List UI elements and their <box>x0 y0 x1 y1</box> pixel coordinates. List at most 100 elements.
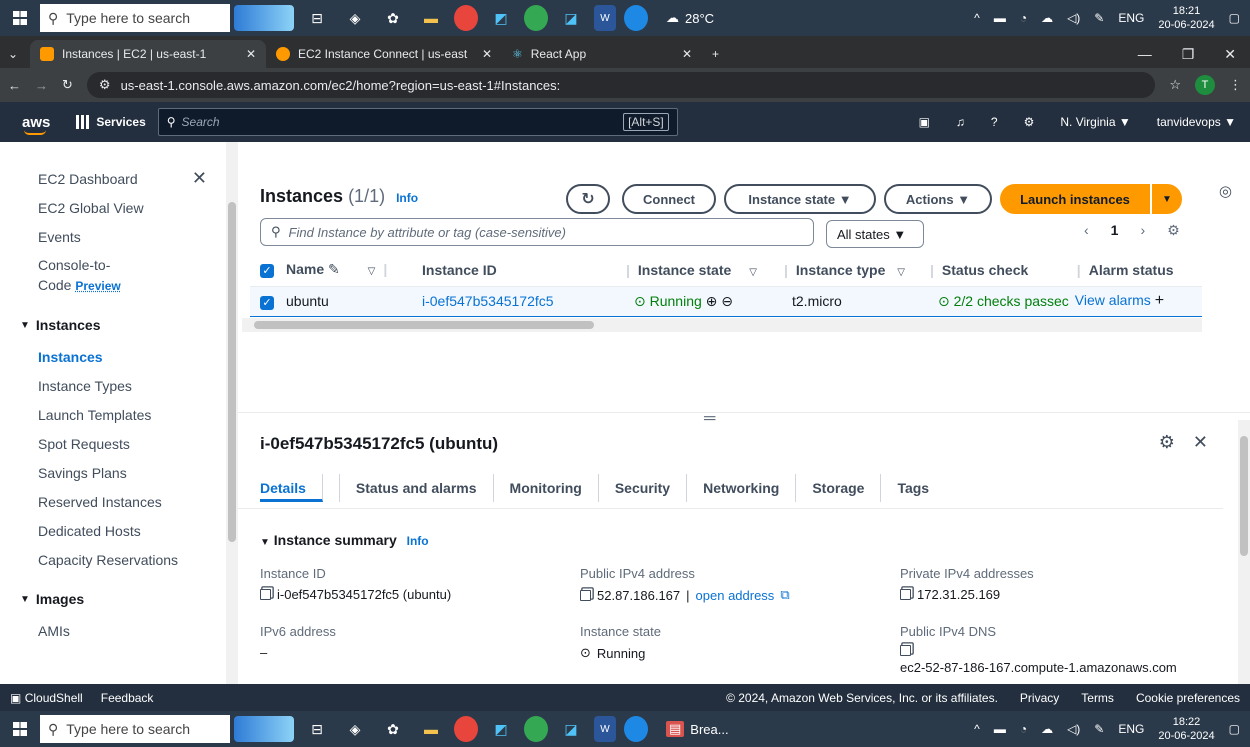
cookie-preferences-link[interactable]: Cookie preferences <box>1136 691 1240 705</box>
close-icon[interactable]: ✕ <box>482 47 492 61</box>
detail-vertical-scrollbar[interactable] <box>1238 420 1250 684</box>
file-explorer-icon[interactable]: ▬ <box>416 5 446 31</box>
site-settings-icon[interactable]: ⚙ <box>99 77 111 93</box>
app-icon[interactable]: ✿ <box>378 5 408 31</box>
task-view-icon[interactable]: ⊟ <box>302 5 332 31</box>
edge-icon[interactable] <box>624 716 648 742</box>
sidebar-section-images[interactable]: ▼ Images <box>0 582 237 616</box>
all-states-select[interactable]: All states ▼ <box>826 220 924 248</box>
close-icon[interactable]: ✕ <box>682 47 692 61</box>
chrome-icon[interactable] <box>524 716 548 742</box>
sidebar-item-amis[interactable]: AMIs <box>0 616 237 645</box>
aws-search-input[interactable]: ⚲ Search [Alt+S] <box>157 108 678 136</box>
aws-logo[interactable]: aws <box>0 114 64 135</box>
chrome-icon[interactable] <box>454 5 478 31</box>
restore-icon[interactable]: ❐ <box>1182 46 1195 63</box>
tab-search-dropdown[interactable]: ⌄ <box>0 40 30 68</box>
sidebar-section-instances[interactable]: ▼ Instances <box>0 308 237 342</box>
next-page-icon[interactable]: › <box>1140 222 1145 239</box>
sidebar-item-spot-requests[interactable]: Spot Requests <box>0 429 237 458</box>
battery-icon[interactable]: ▬ <box>994 722 1006 736</box>
wifi-icon[interactable]: ◔ <box>1020 11 1027 25</box>
browser-tab-instances[interactable]: Instances | EC2 | us-east-1 ✕ <box>30 40 266 68</box>
photos-icon[interactable]: ◪ <box>556 716 586 742</box>
instance-state-button[interactable]: Instance state ▼ <box>724 184 876 214</box>
terms-link[interactable]: Terms <box>1081 691 1114 705</box>
more-menu-icon[interactable]: ⋮ <box>1229 77 1242 93</box>
tab-security[interactable]: Security <box>599 474 688 502</box>
close-icon[interactable]: ✕ <box>246 47 256 61</box>
table-preferences-gear-icon[interactable]: ⚙ <box>1167 222 1180 239</box>
column-name[interactable]: Name ✎ ▽ | <box>286 254 422 287</box>
notifications-bell-icon[interactable]: ♫ <box>956 115 965 129</box>
copy-icon[interactable] <box>260 589 271 600</box>
view-alarms-link[interactable]: View alarms <box>1075 292 1151 308</box>
feedback-link[interactable]: Feedback <box>101 691 154 705</box>
language-indicator[interactable]: ENG <box>1118 722 1144 736</box>
launch-instances-button[interactable]: Launch instances <box>1000 184 1150 214</box>
column-instance-state[interactable]: | Instance state ▽ <box>618 254 776 287</box>
gear-icon[interactable]: ⚙ <box>1159 432 1175 453</box>
sidebar-item-ec2-global-view[interactable]: EC2 Global View <box>0 193 237 222</box>
news-widget[interactable]: ▤ Brea... <box>666 721 729 737</box>
tab-monitoring[interactable]: Monitoring <box>494 474 599 502</box>
table-row[interactable]: ✓ ubuntu i-0ef547b5345172fc5 ⊙ Running ⊕… <box>250 285 1202 317</box>
bookmark-star-icon[interactable]: ☆ <box>1169 77 1181 93</box>
edge-icon[interactable] <box>624 5 648 31</box>
reload-icon[interactable]: ↻ <box>62 77 73 93</box>
copy-icon[interactable] <box>900 589 911 600</box>
app-icon[interactable]: ◩ <box>486 5 516 31</box>
notification-icon[interactable]: ▢ <box>1229 722 1240 736</box>
tab-storage[interactable]: Storage <box>796 474 882 502</box>
sidebar-scrollbar[interactable] <box>226 142 238 684</box>
sidebar-item-instances[interactable]: Instances <box>0 342 237 371</box>
taskbar-search[interactable]: ⚲ Type here to search <box>40 715 230 743</box>
chevron-up-icon[interactable]: ^ <box>974 722 980 736</box>
app-icon[interactable]: ◩ <box>486 716 516 742</box>
connect-button[interactable]: Connect <box>622 184 716 214</box>
copy-icon[interactable] <box>900 645 911 656</box>
close-icon[interactable]: ✕ <box>1193 432 1208 453</box>
notification-icon[interactable]: ▢ <box>1229 11 1240 25</box>
cloud-icon[interactable]: ☁ <box>1041 722 1053 736</box>
new-tab-button[interactable]: + <box>702 40 729 68</box>
back-arrow-icon[interactable]: ← <box>8 78 21 93</box>
taskbar-search[interactable]: ⚲ Type here to search <box>40 4 230 32</box>
info-link[interactable]: Info <box>407 534 429 548</box>
sidebar-item-events[interactable]: Events <box>0 222 237 251</box>
cloud-icon[interactable]: ☁ <box>1041 11 1053 25</box>
sidebar-item-dedicated-hosts[interactable]: Dedicated Hosts <box>0 516 237 545</box>
info-link[interactable]: Info <box>396 191 418 205</box>
launch-dropdown-button[interactable]: ▼ <box>1152 184 1182 214</box>
chrome-icon[interactable] <box>524 5 548 31</box>
external-link-icon[interactable]: ⧉ <box>780 587 789 603</box>
column-alarm-status[interactable]: | Alarm status <box>1068 254 1202 287</box>
widget-icon[interactable] <box>234 5 294 31</box>
volume-icon[interactable]: ◁) <box>1067 722 1080 736</box>
clock[interactable]: 18:22 20-06-2024 <box>1158 715 1214 743</box>
wifi-icon[interactable]: ◔ <box>1020 722 1027 736</box>
address-bar[interactable]: ⚙ us-east-1.console.aws.amazon.com/ec2/h… <box>86 72 1156 98</box>
actions-button[interactable]: Actions ▼ <box>884 184 992 214</box>
tab-details[interactable]: Details <box>260 474 323 502</box>
app-icon[interactable]: ◈ <box>340 716 370 742</box>
page-number[interactable]: 1 <box>1111 222 1119 239</box>
browser-tab-react-app[interactable]: ⚛ React App ✕ <box>502 40 702 68</box>
word-icon[interactable]: W <box>594 716 616 742</box>
minimize-icon[interactable]: — <box>1138 46 1152 62</box>
language-indicator[interactable]: ENG <box>1118 11 1144 25</box>
privacy-link[interactable]: Privacy <box>1020 691 1059 705</box>
account-menu[interactable]: tanvidevops ▼ <box>1157 115 1236 129</box>
sidebar-item-launch-templates[interactable]: Launch Templates <box>0 400 237 429</box>
tab-status-and-alarms[interactable]: Status and alarms <box>338 474 494 502</box>
table-horizontal-scrollbar[interactable] <box>242 318 1202 332</box>
sidebar-item-console-to-code[interactable]: Console-to- Code Preview <box>0 251 237 300</box>
clock[interactable]: 18:21 20-06-2024 <box>1158 4 1214 32</box>
column-instance-id[interactable]: Instance ID <box>422 254 618 287</box>
windows-start-icon[interactable] <box>0 0 40 36</box>
refresh-button[interactable]: ↻ <box>566 184 610 214</box>
close-icon[interactable]: ✕ <box>1224 46 1236 63</box>
prev-page-icon[interactable]: ‹ <box>1084 222 1089 239</box>
tab-networking[interactable]: Networking <box>687 474 797 502</box>
browser-tab-ec2-connect[interactable]: EC2 Instance Connect | us-east ✕ <box>266 40 502 68</box>
